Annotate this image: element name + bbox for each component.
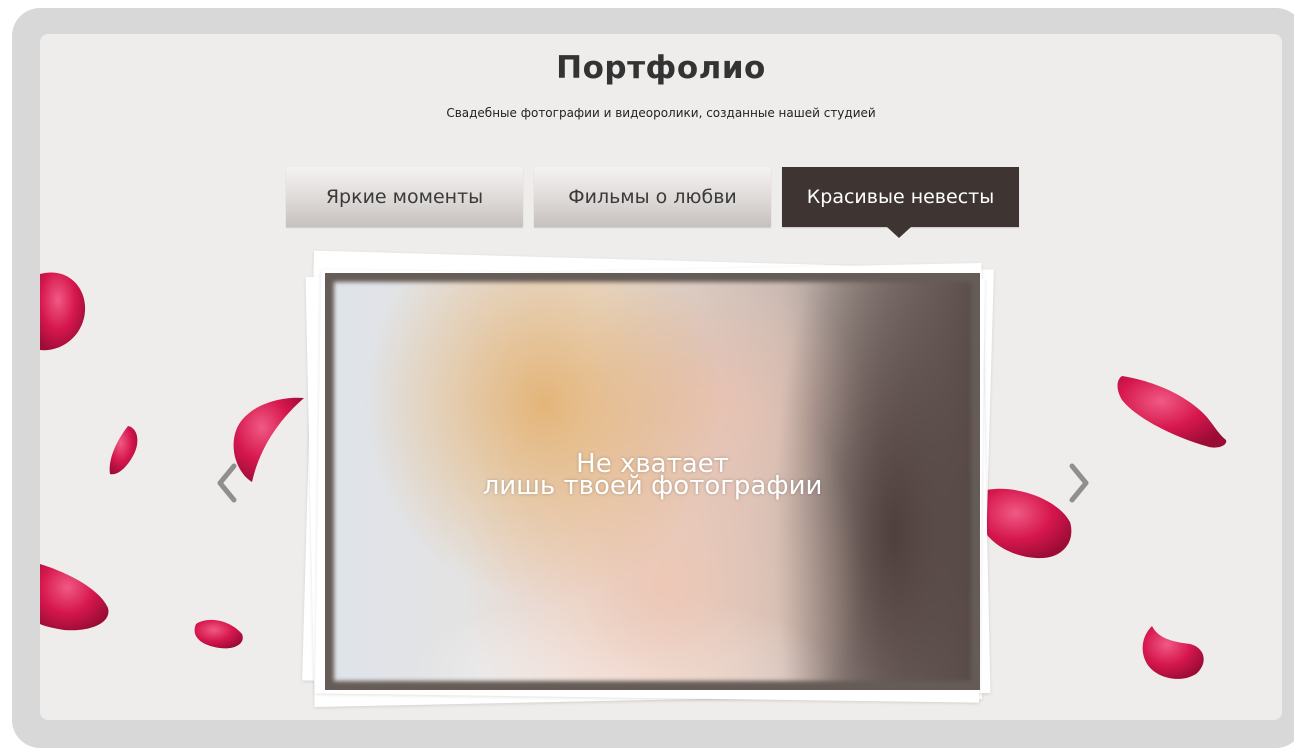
next-slide-button[interactable]: [1058, 458, 1098, 508]
chevron-left-icon: [217, 463, 237, 503]
slide-caption: Не хватает лишь твоей фотографии: [325, 273, 980, 690]
rose-petal: [109, 426, 138, 475]
active-tab-pointer: [887, 227, 911, 238]
prev-slide-button[interactable]: [208, 458, 248, 508]
tab-love-films[interactable]: Фильмы о любви: [534, 167, 771, 227]
page-subtitle: Свадебные фотографии и видеоролики, созд…: [446, 106, 876, 120]
chevron-right-icon: [1069, 463, 1089, 503]
tab-beautiful-brides[interactable]: Красивые невесты: [782, 167, 1019, 227]
rose-petal: [40, 272, 86, 351]
slide-caption-line2: лишь твоей фотографии: [482, 470, 823, 501]
page-title: Портфолио: [556, 50, 766, 86]
portfolio-panel: Портфолио Свадебные фотографии и видеоро…: [40, 34, 1282, 720]
rose-petal: [1117, 376, 1227, 448]
rose-petal: [194, 619, 243, 649]
tab-bright-moments[interactable]: Яркие моменты: [286, 167, 523, 227]
rose-petal: [1142, 626, 1204, 679]
rose-petal: [40, 564, 109, 631]
